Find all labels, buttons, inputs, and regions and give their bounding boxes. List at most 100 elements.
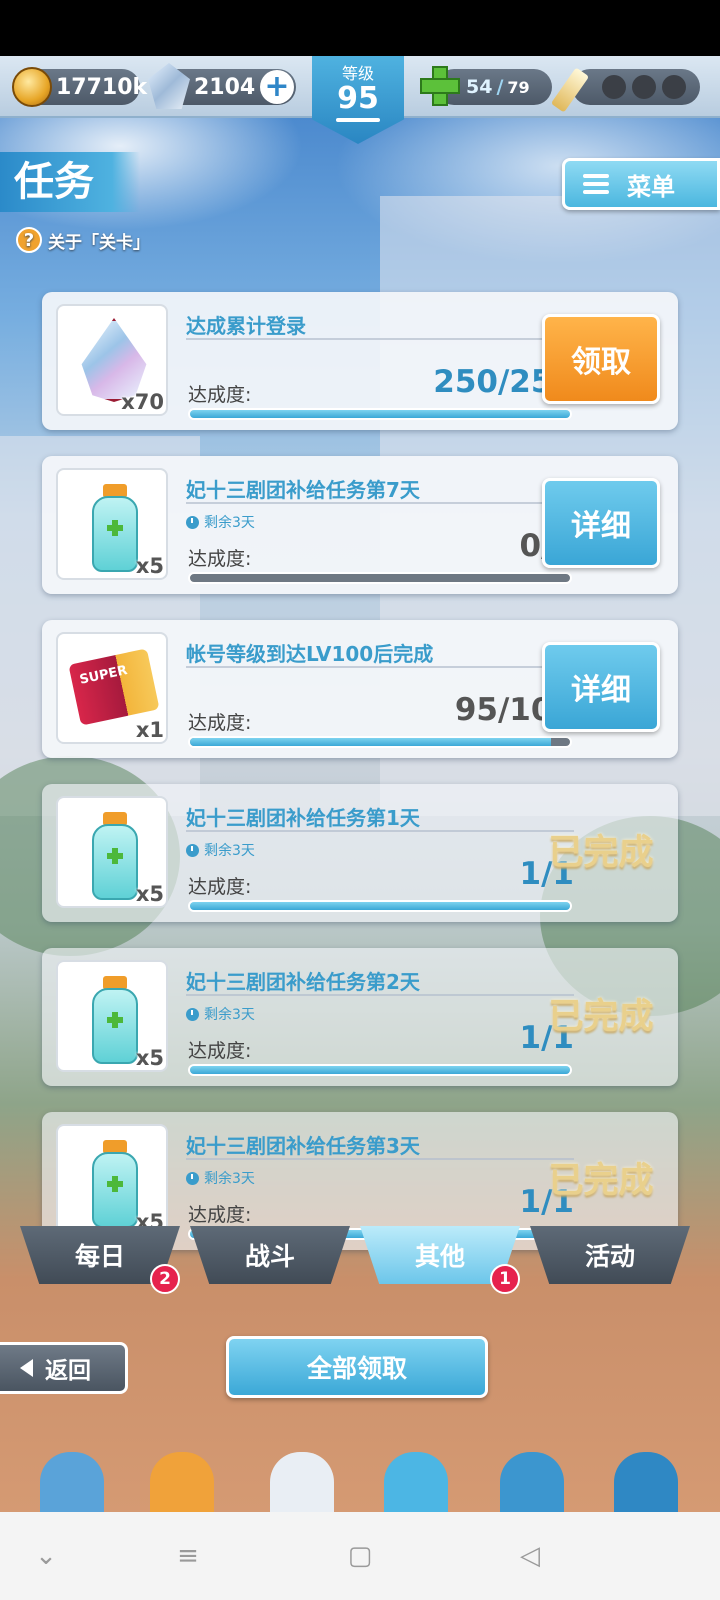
stamina-plus-icon[interactable]: [420, 66, 460, 106]
reward-item[interactable]: x70: [56, 304, 168, 416]
stamina-separator: /: [496, 76, 504, 98]
tab-label: 每日: [74, 1242, 125, 1271]
hamburger-icon: [583, 174, 609, 194]
potion-bottle-icon: [92, 812, 138, 900]
reward-quantity: x5: [135, 554, 164, 578]
divider: [186, 830, 574, 832]
progress-bar: [188, 408, 572, 420]
character-icon[interactable]: [384, 1452, 448, 1512]
progress-bar: [188, 572, 572, 584]
add-gems-button[interactable]: +: [260, 70, 294, 104]
mission-title: 妃十三剧团补给任务第7天: [186, 478, 420, 502]
reward-item[interactable]: x5: [56, 468, 168, 580]
about-stage-label: 关于「关卡」: [48, 232, 150, 253]
progress-bar: [188, 1064, 572, 1076]
mission-card: x70 达成累计登录 达成度: 250/250 领取: [42, 292, 678, 430]
mission-card: x5 妃十三剧团补给任务第1天 剩余3天 达成度: 1/1 已完成: [42, 784, 678, 922]
time-remaining-text: 剩余3天: [204, 515, 255, 531]
chevron-down-icon[interactable]: ⌄: [30, 1540, 62, 1572]
clock-icon: [186, 843, 199, 857]
character-icon[interactable]: [40, 1452, 104, 1512]
reward-quantity: x5: [135, 1046, 164, 1070]
mission-title: 达成累计登录: [186, 314, 306, 338]
claim-all-label: 全部领取: [306, 1354, 407, 1383]
detail-button[interactable]: 详细: [542, 478, 660, 568]
mission-title: 帐号等级到达LV100后完成: [186, 642, 434, 666]
reward-quantity: x5: [135, 882, 164, 906]
tab-label: 战斗: [244, 1242, 295, 1271]
bottom-character-icons: [0, 1448, 720, 1512]
home-icon[interactable]: ▢: [344, 1540, 376, 1572]
character-icon[interactable]: [614, 1452, 678, 1512]
potion-bottle-icon: [92, 976, 138, 1064]
gem-icon: [148, 63, 190, 109]
divider: [186, 666, 574, 668]
tab-battle[interactable]: 战斗: [190, 1226, 350, 1284]
progress-fill: [190, 1066, 570, 1074]
mission-tabs: 每日 战斗 其他 活动 2 1: [0, 1226, 720, 1294]
divider: [186, 502, 574, 504]
progress-label: 达成度:: [188, 876, 252, 898]
progress-fill: [190, 410, 570, 418]
divider: [186, 994, 574, 996]
reward-item[interactable]: SUPER x1: [56, 632, 168, 744]
mission-title: 妃十三剧团补给任务第3天: [186, 1134, 420, 1158]
gem-counter: 2104 +: [148, 63, 296, 109]
gem-value: 2104: [194, 74, 256, 100]
reward-quantity: x70: [121, 390, 164, 414]
potion-bottle-icon: [92, 484, 138, 572]
game-screen: 17710k 2104 + 等级 95 54 / 79 任务 ? 关于「关卡」: [0, 56, 720, 1512]
time-remaining: 剩余3天: [186, 1168, 255, 1188]
orb-icon: [602, 75, 626, 99]
back-arrow-icon: [20, 1359, 33, 1377]
completed-label: 已完成: [548, 1161, 654, 1201]
question-icon: ?: [16, 227, 42, 253]
time-remaining: 剩余3天: [186, 512, 255, 532]
tab-event[interactable]: 活动: [530, 1226, 690, 1284]
menu-button[interactable]: 菜单: [562, 158, 720, 210]
clock-icon: [186, 1007, 199, 1021]
orb-icon: [662, 75, 686, 99]
tab-label: 其他: [414, 1242, 465, 1271]
progress-fill: [190, 738, 551, 746]
character-icon[interactable]: [500, 1452, 564, 1512]
ticket-text: SUPER: [78, 663, 129, 688]
character-icon[interactable]: [270, 1452, 334, 1512]
back-nav-icon[interactable]: ◁: [514, 1540, 546, 1572]
time-remaining-text: 剩余3天: [204, 1171, 255, 1187]
progress-bar: [188, 736, 572, 748]
reward-item[interactable]: x5: [56, 796, 168, 908]
clock-icon: [186, 515, 199, 529]
gold-value: 17710k: [56, 74, 148, 100]
progress-label: 达成度:: [188, 1204, 252, 1226]
progress-label: 达成度:: [188, 384, 252, 406]
claim-button[interactable]: 领取: [542, 314, 660, 404]
android-nav-bar: ⌄ ≡ ▢ ◁: [0, 1512, 720, 1600]
completed-label: 已完成: [548, 833, 654, 873]
top-hud: 17710k 2104 + 等级 95 54 / 79: [0, 56, 720, 144]
other-badge: 1: [490, 1264, 520, 1294]
reward-item[interactable]: x5: [56, 1124, 168, 1236]
progress-label: 达成度:: [188, 548, 252, 570]
orb-icon: [632, 75, 656, 99]
detail-button[interactable]: 详细: [542, 642, 660, 732]
divider: [186, 1158, 574, 1160]
skill-orbs: [572, 69, 700, 105]
reward-item[interactable]: x5: [56, 960, 168, 1072]
claim-all-button[interactable]: 全部领取: [226, 1336, 488, 1398]
back-label: 返回: [45, 1358, 91, 1384]
character-icon[interactable]: [150, 1452, 214, 1512]
progress-fill: [190, 902, 570, 910]
recents-icon[interactable]: ≡: [172, 1540, 204, 1572]
page-title: 任务: [0, 152, 140, 212]
mission-title: 妃十三剧团补给任务第2天: [186, 970, 420, 994]
status-bar: [0, 0, 720, 56]
back-button[interactable]: 返回: [0, 1342, 128, 1394]
time-remaining-text: 剩余3天: [204, 843, 255, 859]
stamina-current: 54: [466, 76, 493, 98]
level-badge: 等级 95: [312, 56, 404, 144]
time-remaining: 剩余3天: [186, 840, 255, 860]
about-stage-link[interactable]: ? 关于「关卡」: [16, 226, 150, 254]
menu-label: 菜单: [627, 172, 675, 201]
progress-bar: [188, 900, 572, 912]
